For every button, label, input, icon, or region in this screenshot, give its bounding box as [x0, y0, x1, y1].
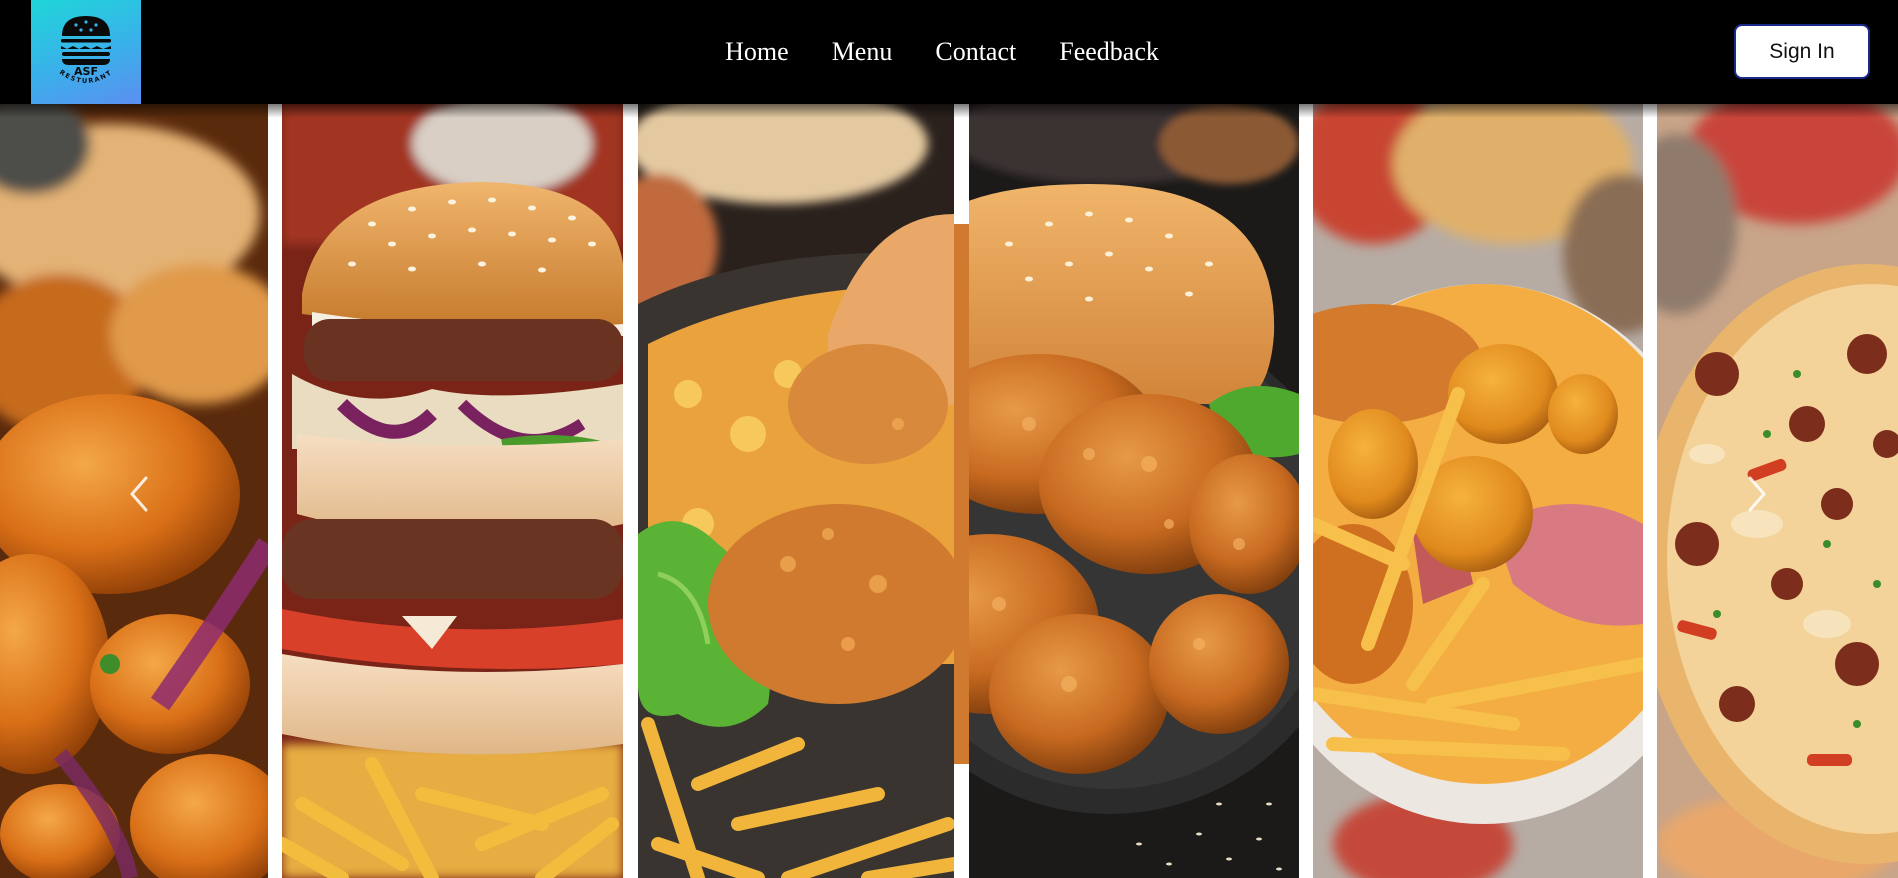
carousel-panel-nuggets: [1313, 104, 1643, 878]
panel-divider-top: [954, 104, 969, 224]
chicken-and-burger-image: [969, 104, 1299, 878]
chevron-right-icon: [1748, 476, 1766, 512]
double-burger-image: [282, 104, 623, 878]
carousel-panel-chicken-burger: [969, 104, 1299, 878]
header-shadow: [0, 104, 1898, 118]
hero-carousel: [0, 104, 1898, 878]
site-header: ASF RESTURANT Home Menu Contact Feedback…: [0, 0, 1898, 104]
nav-menu-link[interactable]: Menu: [832, 37, 893, 67]
sign-in-button[interactable]: Sign In: [1734, 24, 1870, 79]
nav-feedback-link[interactable]: Feedback: [1059, 37, 1159, 67]
carousel-panel-fries: [638, 104, 954, 878]
carousel-prev-button[interactable]: [120, 464, 160, 524]
pizza-image: [1657, 104, 1898, 878]
chevron-left-icon: [130, 476, 148, 512]
overlap-image: [954, 224, 969, 878]
main-nav: Home Menu Contact Feedback: [0, 0, 1898, 104]
carousel-panel-pizza: [1657, 104, 1898, 878]
panel-divider: [268, 104, 282, 878]
carousel-panel-double-burger: [282, 104, 623, 878]
nav-home-link[interactable]: Home: [725, 37, 789, 67]
panel-divider: [623, 104, 638, 878]
nav-contact-link[interactable]: Contact: [935, 37, 1016, 67]
fries-and-cheese-image: [638, 104, 954, 878]
carousel-panel-divider-overlap: [954, 224, 969, 878]
panel-divider: [1299, 104, 1313, 878]
nuggets-and-fries-image: [1313, 104, 1643, 878]
carousel-next-button[interactable]: [1736, 464, 1776, 524]
panel-divider: [1643, 104, 1657, 878]
